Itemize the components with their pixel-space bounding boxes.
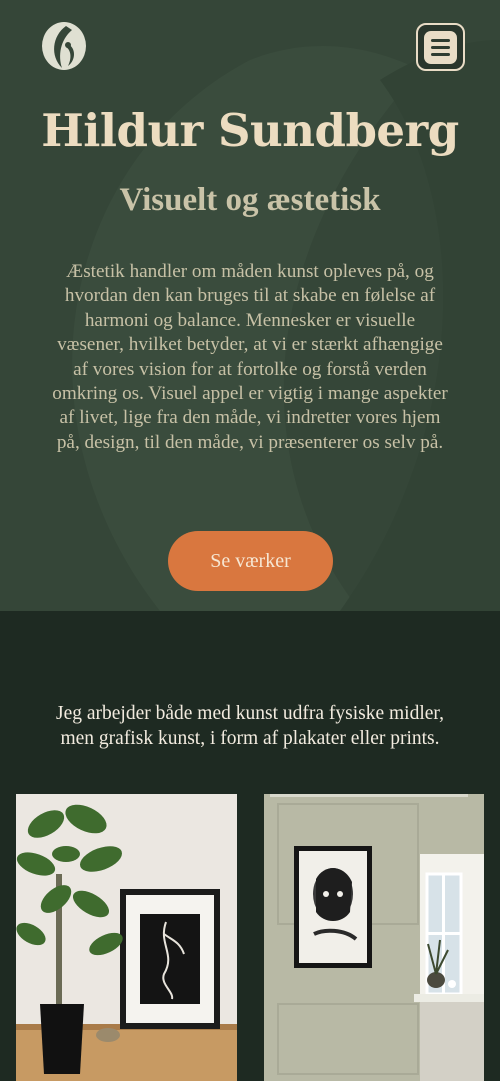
- hamburger-menu-icon: [424, 30, 457, 64]
- see-works-button[interactable]: Se værker: [168, 531, 333, 591]
- artwork-photo-portrait[interactable]: [264, 794, 484, 1081]
- page-subtitle: Visuelt og æstetisk: [119, 182, 381, 218]
- hero-section: Hildur Sundberg Visuelt og æstetisk Æste…: [0, 0, 500, 611]
- intro-paragraph: Æstetik handler om måden kunst opleves p…: [52, 261, 448, 453]
- menu-button[interactable]: [416, 23, 465, 71]
- artwork-photo-figure[interactable]: [16, 794, 237, 1081]
- logo-icon[interactable]: [38, 20, 90, 72]
- works-description: Jeg arbejder både med kunst udfra fysisk…: [55, 703, 444, 749]
- page-title: Hildur Sundberg: [41, 104, 459, 157]
- works-section: Jeg arbejder både med kunst udfra fysisk…: [0, 611, 500, 1081]
